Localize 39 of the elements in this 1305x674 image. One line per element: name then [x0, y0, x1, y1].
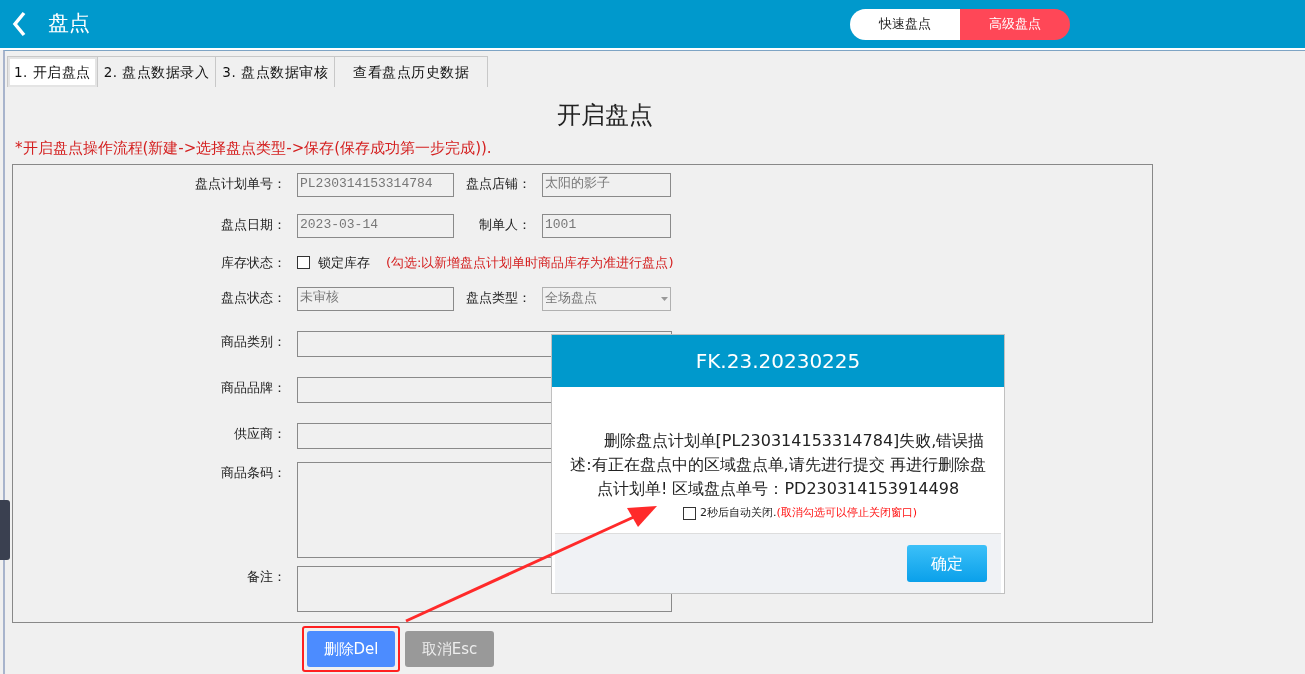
field-label: 供应商：	[233, 424, 287, 443]
field-label: 盘点店铺：	[465, 174, 532, 193]
hint-text: (勾选:以新增盘点计划单时商品库存为准进行盘点)	[386, 253, 674, 272]
dialog-message: 删除盘点计划单[PL230314153314784]失败,错误描述:有正在盘点中的区域盘点单,请先进行提交 再进行删除盘点计划单! 区域盘点单号：PD230314153914498	[569, 430, 987, 500]
side-handle[interactable]	[0, 500, 10, 560]
field-label: 盘点计划单号：	[194, 174, 287, 193]
field-label: 盘点日期：	[220, 215, 287, 234]
checkbox-label: 锁定库存	[318, 253, 370, 272]
caret-icon	[661, 296, 668, 301]
checkbox[interactable]	[682, 506, 696, 520]
instruction-text: *开启盘点操作流程(新建->选择盘点类型->保存(保存成功第一步完成)).	[15, 138, 493, 160]
auto-close-hint: (取消勾选可以停止关闭窗口)	[776, 505, 918, 521]
field-label: 盘点类型：	[465, 288, 532, 307]
input-field[interactable]: 未审核	[297, 286, 454, 311]
field-label: 备注：	[246, 567, 287, 586]
tab[interactable]: 查看盘点历史数据	[334, 56, 488, 88]
tab[interactable]: 1. 开启盘点	[7, 56, 98, 88]
field-label: 盘点状态：	[220, 288, 287, 307]
field-label: 库存状态：	[220, 253, 287, 272]
cancel-button[interactable]: 取消Esc	[405, 630, 494, 667]
dropdown-field[interactable]: 全场盘点	[542, 286, 671, 311]
input-field[interactable]: 2023-03-14	[297, 213, 454, 238]
field-label: 商品品牌：	[220, 378, 287, 397]
mode-toggle-button[interactable]: 高级盘点	[960, 8, 1070, 40]
delete-button[interactable]: 删除Del	[307, 630, 395, 667]
input-field[interactable]: 太阳的影子	[542, 172, 671, 197]
dialog-title: FK.23.20230225	[552, 335, 1004, 387]
back-icon[interactable]	[12, 11, 26, 37]
field-label: 制单人：	[478, 215, 532, 234]
page-title: 开启盘点	[556, 100, 654, 132]
ok-button[interactable]: 确定	[907, 545, 987, 582]
field-label: 商品类别：	[220, 332, 287, 351]
input-field[interactable]: PL230314153314784	[297, 172, 454, 197]
auto-close-label: 2秒后自动关闭.	[699, 505, 777, 521]
mode-toggle-button[interactable]: 快速盘点	[850, 8, 960, 40]
input-field[interactable]: 1001	[542, 213, 671, 238]
page-header-title: 盘点	[48, 10, 90, 38]
checkbox[interactable]	[297, 256, 310, 270]
field-label: 商品条码：	[220, 463, 287, 482]
